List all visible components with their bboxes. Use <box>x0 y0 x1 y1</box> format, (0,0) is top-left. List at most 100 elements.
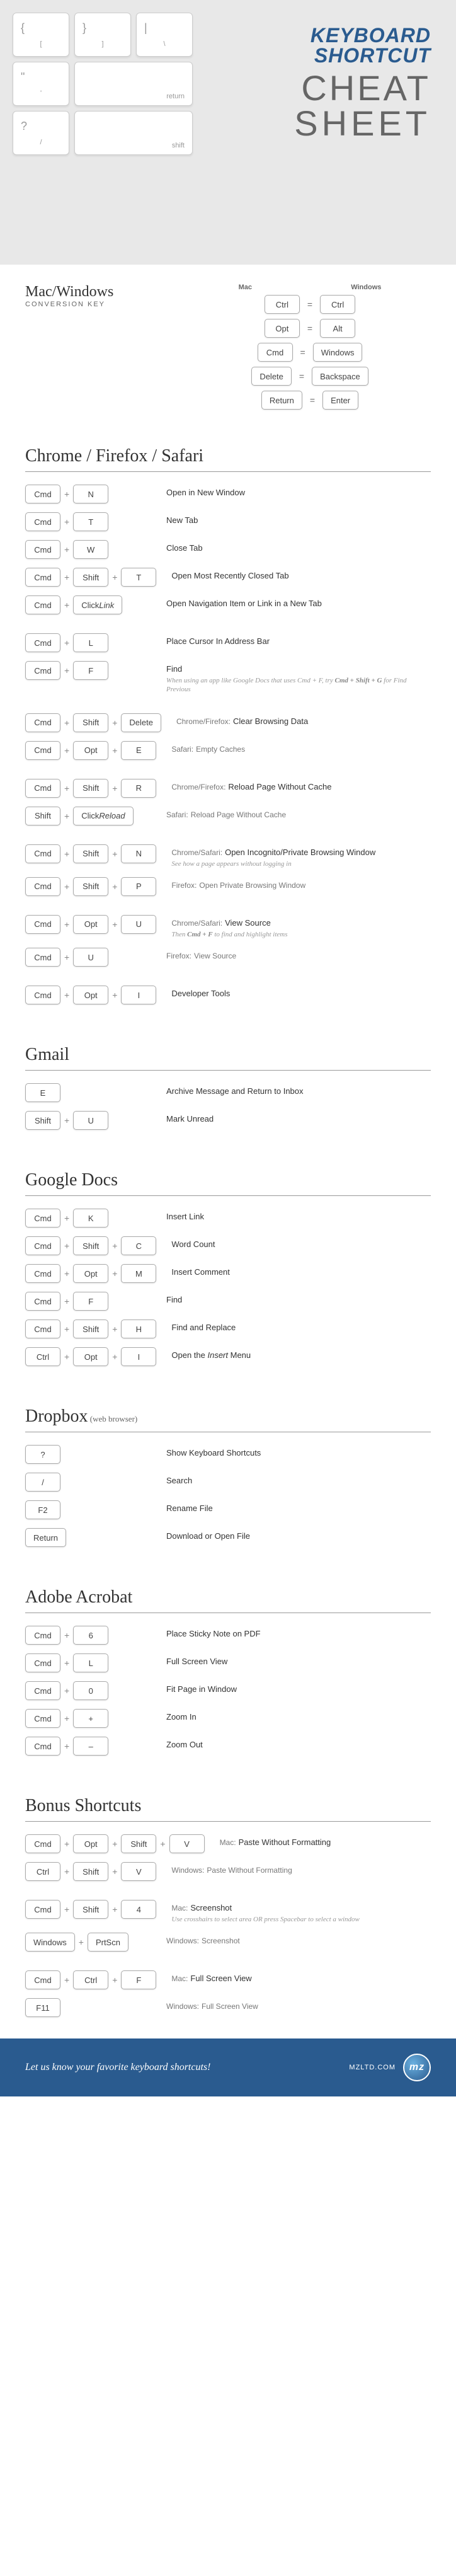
key: ? <box>25 1445 60 1464</box>
keys-group: Cmd+Opt+M <box>25 1264 156 1283</box>
keys-group: Cmd+– <box>25 1737 151 1756</box>
key: Click Reload <box>73 807 133 825</box>
desc-prefix: Mac: <box>171 1974 188 1983</box>
desc-text: Show Keyboard Shortcuts <box>166 1448 261 1458</box>
desc-prefix: Mac: <box>171 1904 188 1912</box>
shortcut-row: Cmd+Shift+CWord Count <box>25 1236 431 1255</box>
shortcut-row: Cmd+FFind <box>25 1292 431 1311</box>
key: Shift <box>73 1862 108 1881</box>
keys-group: Cmd+K <box>25 1209 151 1228</box>
conversion-row: Ctrl=Ctrl <box>189 295 431 314</box>
plus-icon: + <box>112 1975 117 1985</box>
key: Cmd <box>25 1681 60 1700</box>
shortcut-row: Ctrl+Shift+VWindows: Paste Without Forma… <box>25 1862 431 1881</box>
key: Ctrl <box>73 1970 108 1989</box>
key: T <box>73 512 108 531</box>
description: Chrome/Firefox: Clear Browsing Data <box>164 713 431 727</box>
key: Cmd <box>25 540 60 559</box>
shortcut-row: Cmd+Opt+ESafari: Empty Caches <box>25 741 431 760</box>
key: – <box>73 1737 108 1756</box>
section-title: Dropbox (web browser) <box>25 1406 431 1432</box>
bg-keys: {[}]|\"'return?/shift <box>13 13 193 155</box>
key: I <box>121 1347 156 1366</box>
key: 4 <box>121 1900 156 1919</box>
description: Firefox: Open Private Browsing Window <box>159 877 431 891</box>
plus-icon: + <box>64 1115 69 1125</box>
shortcut-row: F2Rename File <box>25 1500 431 1519</box>
shortcut-row: Cmd+6Place Sticky Note on PDF <box>25 1626 431 1645</box>
plus-icon: + <box>64 572 69 582</box>
plus-icon: + <box>79 1937 84 1947</box>
desc-note: Then Cmd + F to find and highlight items <box>171 930 431 939</box>
description: Zoom Out <box>154 1737 431 1751</box>
keys-group: Windows+PrtScn <box>25 1933 151 1952</box>
desc-text: Find <box>166 664 182 674</box>
desc-prefix: Safari: <box>171 745 193 754</box>
key: Cmd <box>25 1709 60 1728</box>
plus-icon: + <box>64 849 69 859</box>
key: Cmd <box>25 779 60 798</box>
plus-icon: + <box>64 1352 69 1362</box>
section: Bonus ShortcutsCmd+Opt+Shift+VMac: Paste… <box>0 1777 456 2038</box>
bg-key: shift <box>74 111 193 155</box>
key: V <box>169 1834 205 1853</box>
description: Find <box>154 1292 431 1306</box>
description: Download or Open File <box>154 1528 431 1542</box>
desc-text: Archive Message and Return to Inbox <box>166 1086 304 1096</box>
section-title: Adobe Acrobat <box>25 1587 431 1613</box>
key: F2 <box>25 1500 60 1519</box>
description: Place Cursor In Address Bar <box>154 633 431 647</box>
key: Cmd <box>25 948 60 967</box>
plus-icon: + <box>112 990 117 1000</box>
shortcut-row: Cmd+Shift+H Find and Replace <box>25 1320 431 1338</box>
plus-icon: + <box>64 783 69 793</box>
key: Cmd <box>25 713 60 732</box>
key: 0 <box>73 1681 108 1700</box>
desc-text: Search <box>166 1476 192 1485</box>
footer-logo: mz <box>403 2054 431 2081</box>
desc-prefix: Safari: <box>166 810 188 819</box>
desc-text: Clear Browsing Data <box>233 716 308 726</box>
keys-group: Cmd+Shift+P <box>25 877 156 896</box>
key: Cmd <box>25 844 60 863</box>
desc-text: Reload Page Without Cache <box>228 782 331 791</box>
desc-text: Insert Link <box>166 1212 204 1221</box>
section-subtitle: (web browser) <box>88 1414 138 1423</box>
conversion-subtitle: CONVERSION KEY <box>25 301 151 308</box>
plus-icon: + <box>64 1268 69 1279</box>
plus-icon: + <box>64 1324 69 1334</box>
desc-text-light: Paste Without Formatting <box>207 1866 292 1875</box>
section-title: Google Docs <box>25 1170 431 1196</box>
key: F <box>121 1970 156 1989</box>
plus-icon: + <box>64 1839 69 1849</box>
desc-text: Find and Replace <box>171 1323 236 1332</box>
key: PrtScn <box>88 1933 128 1952</box>
keys-group: Cmd+Shift+Delete <box>25 713 161 732</box>
plus-icon: + <box>160 1839 165 1849</box>
footer-site: MZLTD.COM <box>349 2064 396 2071</box>
desc-text-light: Full Screen View <box>202 2002 258 2011</box>
desc-text: Screenshot <box>190 1903 232 1912</box>
description: New Tab <box>154 512 431 526</box>
plus-icon: + <box>64 745 69 756</box>
desc-text-light: Reload Page Without Cache <box>191 810 286 819</box>
key: P <box>121 877 156 896</box>
equals-icon: = <box>307 323 312 333</box>
key: Cmd <box>25 1737 60 1756</box>
keys-group: Cmd+Shift+H <box>25 1320 156 1338</box>
description: Mac: Paste Without Formatting <box>207 1834 431 1848</box>
keys-group: Cmd+L <box>25 633 151 652</box>
description: Firefox: View Source <box>154 948 431 962</box>
shortcut-row: Cmd+Shift+4Mac: ScreenshotUse crosshairs… <box>25 1900 431 1924</box>
conversion-section: Mac/Windows CONVERSION KEY Mac Windows C… <box>0 265 456 427</box>
keys-group: Ctrl+Opt+I <box>25 1347 156 1366</box>
keys-group: Cmd+L <box>25 1653 151 1672</box>
plus-icon: + <box>64 1866 69 1877</box>
keys-group: Cmd+Opt+I <box>25 986 156 1004</box>
key: Shift <box>25 1111 60 1130</box>
section: Adobe Acrobat Cmd+6Place Sticky Note on P… <box>0 1568 456 1777</box>
plus-icon: + <box>112 572 117 582</box>
title-block: KEYBOARD SHORTCUT CHEAT SHEET <box>294 25 431 141</box>
section: Dropbox (web browser)? Show Keyboard Shor… <box>0 1388 456 1568</box>
desc-note: See how a page appears without logging i… <box>171 860 431 868</box>
